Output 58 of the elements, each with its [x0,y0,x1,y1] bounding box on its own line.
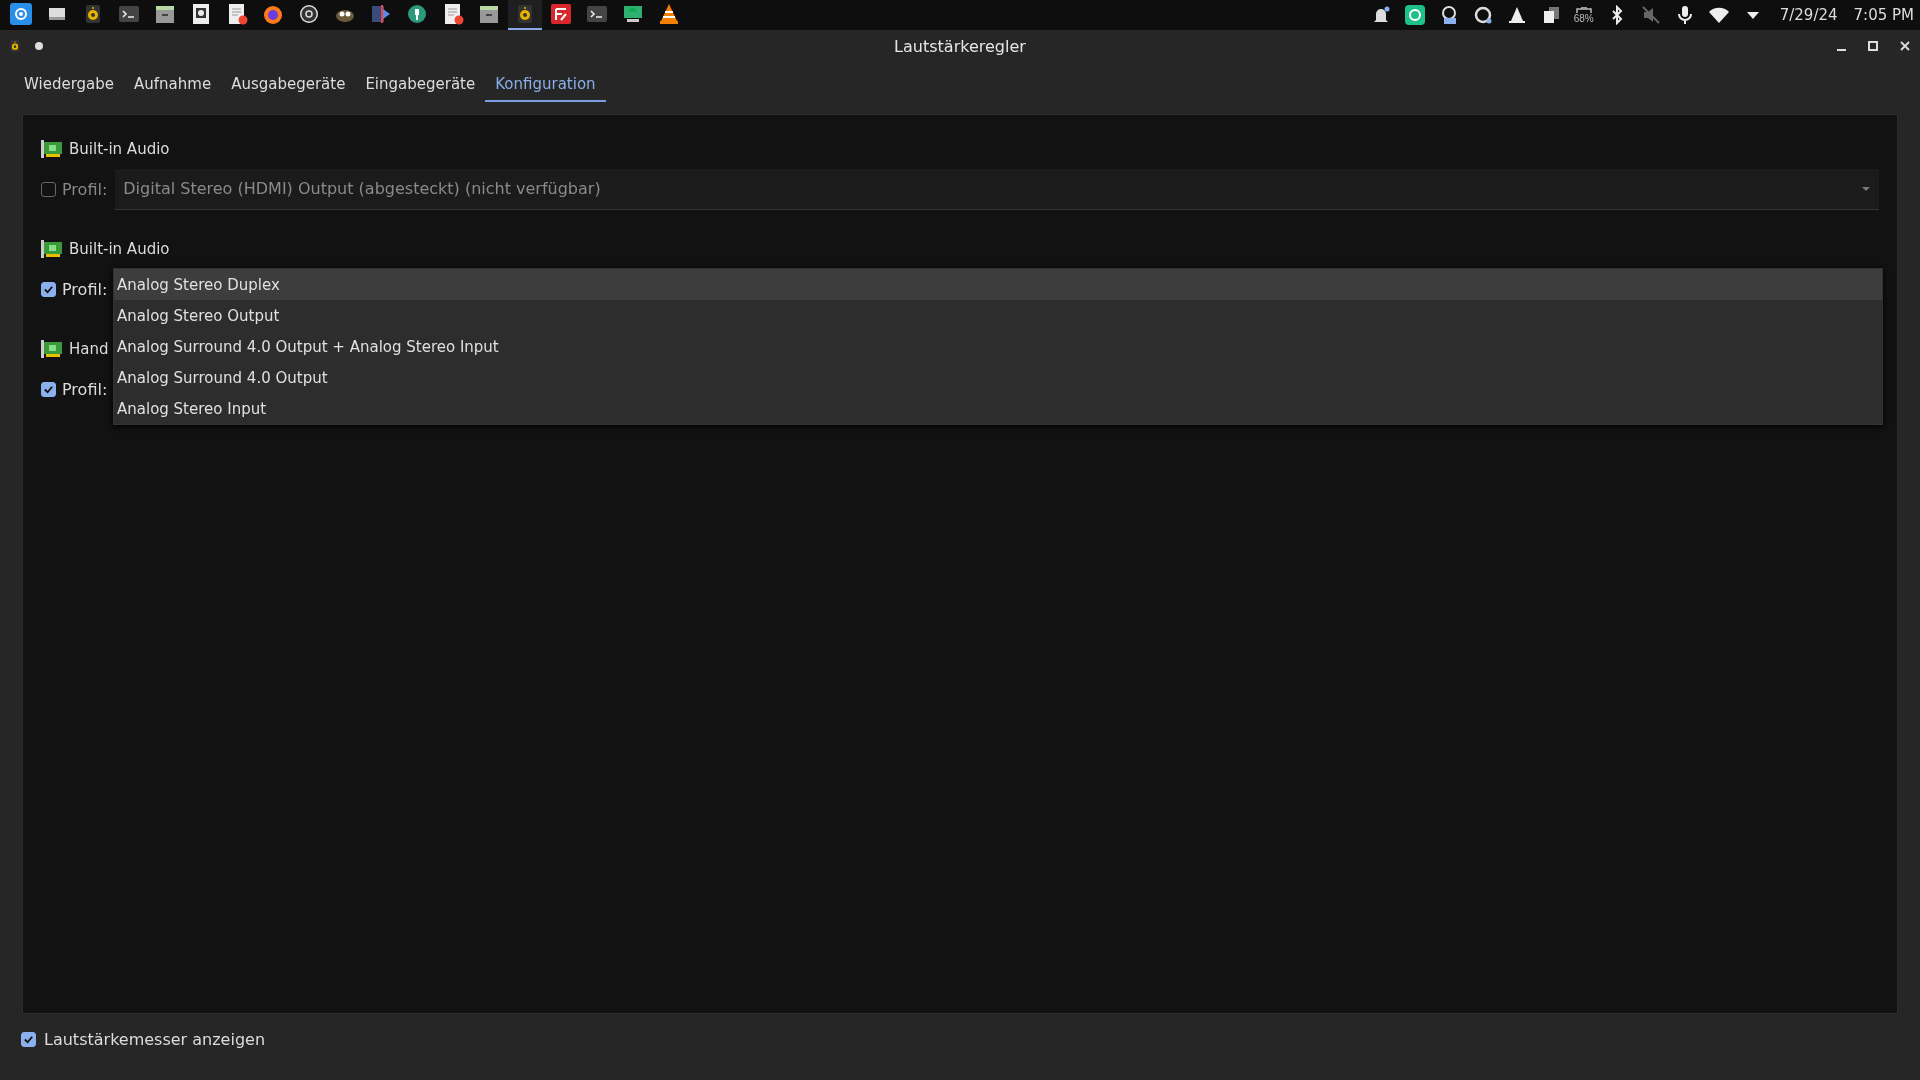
tab[interactable]: Eingabegeräte [355,68,486,102]
dropdown-option[interactable]: Analog Surround 4.0 Output [114,362,1882,393]
profile-label: Profil: [62,379,108,399]
tab[interactable]: Aufnahme [124,68,222,102]
checkmark-icon [43,283,54,295]
maximize-icon [1866,39,1880,53]
profile-label: Profil: [62,179,108,199]
film-icon [370,3,392,25]
pin-button[interactable] [32,39,46,53]
tab[interactable]: Wiedergabe [14,68,124,102]
record-icon [298,3,320,25]
transfer-icon [550,3,572,25]
taskbar-button[interactable] [508,0,542,30]
dropdown-option[interactable]: Analog Stereo Output [114,300,1882,331]
monitor-icon [622,3,644,25]
checkbox[interactable] [41,381,56,397]
launcher-icon [10,3,32,25]
speaker-icon [8,38,22,54]
profile-label: Profil: [62,279,108,299]
terminal-icon [586,3,608,25]
dot-icon [32,39,46,53]
muted-speaker-icon[interactable] [1639,4,1662,26]
clock-text: 7:05 PM [1853,6,1914,24]
sync-icon[interactable] [1403,4,1426,26]
profile-dropdown[interactable]: Digital Stereo (HDMI) Output (abgesteckt) (nicht verfügbar) [115,168,1879,210]
date-text: 7/29/24 [1779,6,1838,24]
close-button[interactable] [1898,39,1912,53]
card-name: Built-in Audio [69,140,170,158]
dropdown-option[interactable]: Analog Surround 4.0 Output + Analog Stereo Input [114,331,1882,362]
terminal-icon [118,3,140,25]
checkbox-label: Lautstärkemesser anzeigen [44,1029,266,1049]
card-name: Hand [69,340,109,358]
battery-indicator[interactable]: 68% [1573,6,1594,24]
card-name: Built-in Audio [69,240,170,258]
checkmark-icon [23,1033,34,1045]
wrench-icon [406,3,428,25]
window-title: Lautstärkeregler [893,36,1027,56]
checkbox[interactable] [41,281,56,297]
folder-icon [478,3,500,25]
tab[interactable]: Ausgabegeräte [221,68,356,102]
caret-icon [1861,185,1871,192]
dropdown-option[interactable]: Analog Stereo Input [114,393,1882,424]
sound-card-icon [41,340,63,358]
maximize-button[interactable] [1866,39,1880,53]
dropdown-option[interactable]: Analog Stereo Duplex [114,269,1882,300]
browser-icon [262,3,284,25]
checkbox[interactable] [21,1031,36,1047]
sound-card-icon [41,140,63,158]
document-icon [442,3,464,25]
minimize-icon [1836,49,1846,51]
checkmark-icon [43,383,54,395]
close-icon [1898,39,1912,53]
checkbox[interactable] [41,181,56,197]
traffic-cone-icon [658,3,680,25]
folder-icon [154,3,176,25]
tab[interactable]: Konfiguration [485,68,606,102]
sound-card-icon [41,240,63,258]
document-icon [226,3,248,25]
